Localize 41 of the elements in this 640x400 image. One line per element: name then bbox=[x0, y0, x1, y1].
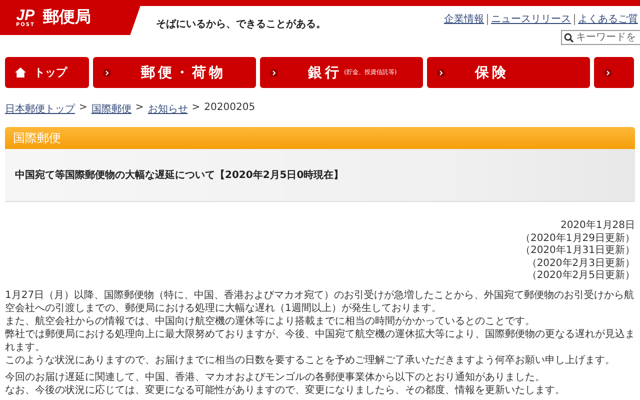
header-link[interactable]: ニュースリリース bbox=[489, 12, 573, 26]
date-text: （2020年2月3日更新） bbox=[526, 258, 635, 270]
tagline: そばにいるから、できることがある。 bbox=[156, 18, 326, 31]
chevron-icon bbox=[103, 68, 111, 76]
breadcrumb-link[interactable]: 国際郵便 bbox=[91, 102, 132, 114]
logo-mark: JP bbox=[16, 8, 35, 22]
section-heading: 国際郵便 bbox=[5, 127, 635, 149]
breadcrumb-current: 20200205 bbox=[204, 102, 256, 114]
header-link[interactable]: よくあるご質 bbox=[576, 12, 640, 26]
body-text: また、航空会社からの情報では、中国向け航空機の運休等により搭載までに相当の時間がかかっているとのことです。 bbox=[5, 314, 536, 328]
article-title: 中国宛て等国際郵便物の大幅な遅延について【2020年2月5日0時現在】 bbox=[15, 168, 344, 182]
search-icon bbox=[564, 32, 574, 42]
breadcrumb-separator: > bbox=[135, 102, 144, 114]
date-text: 2020年1月28日 bbox=[559, 220, 635, 232]
body-text: 1月27日（月）以降、国際郵便物（特に、中国、香港およびマカオ宛て）のお引受けが急増したことから、外国宛て郵便物のお引受けから航空会社への引渡しまでの、郵便局における処理に大幅な遅れ（1週間以上）が発生しております。 bbox=[5, 288, 635, 314]
breadcrumb-link[interactable]: お知らせ bbox=[148, 102, 188, 114]
body-text: このような状況にありますので、お届けまでに相当の日数を要することを予めご理解ご了承いただきますよう何卒お願い申し上げます。 bbox=[5, 354, 616, 366]
chevron-icon bbox=[270, 68, 278, 76]
date-text: （2020年1月31日更新） bbox=[519, 245, 635, 258]
breadcrumb-separator: > bbox=[79, 102, 88, 114]
site-name: 郵便局 bbox=[42, 7, 91, 28]
tab-label: 郵便・荷物 bbox=[141, 64, 226, 82]
chevron-icon bbox=[437, 68, 445, 76]
date-text: （2020年2月5日更新） bbox=[526, 270, 635, 282]
header-link[interactable]: 企業情報 bbox=[442, 12, 486, 26]
body-text: なお、今後の状況に応じては、変更になる可能性がありますので、変更になりましたら、その都度、情報を更新いたします。 bbox=[5, 384, 566, 396]
breadcrumb-separator: > bbox=[192, 102, 200, 114]
nav-tab[interactable]: 保険 bbox=[427, 57, 590, 88]
body-text: 弊社では郵便局における処理向上に最大限努めておりますが、今後、中国宛て航空機の運休拡大等により、国際郵便物の更なる遅れが見込まれます。 bbox=[5, 328, 635, 354]
home-tab[interactable]: トップ bbox=[5, 57, 89, 88]
tab-label: 保険 bbox=[475, 64, 509, 82]
body-text: 今回のお届け遅延に関連して、中国、香港、マカオおよびモンゴルの各郵便事業体から以下のとおり通知がありました。 bbox=[5, 370, 546, 384]
tab-label: 銀行 bbox=[308, 64, 342, 82]
nav-tab[interactable]: 郵便・荷物 bbox=[93, 57, 256, 88]
nav-tab[interactable] bbox=[594, 57, 634, 88]
chevron-icon bbox=[604, 68, 612, 76]
home-icon bbox=[15, 67, 26, 78]
tab-label: トップ bbox=[34, 65, 67, 80]
breadcrumb-link[interactable]: 日本郵便トップ bbox=[5, 102, 75, 114]
search-field[interactable]: キーワードを bbox=[561, 30, 640, 45]
date-text: （2020年1月29日更新） bbox=[519, 232, 635, 244]
